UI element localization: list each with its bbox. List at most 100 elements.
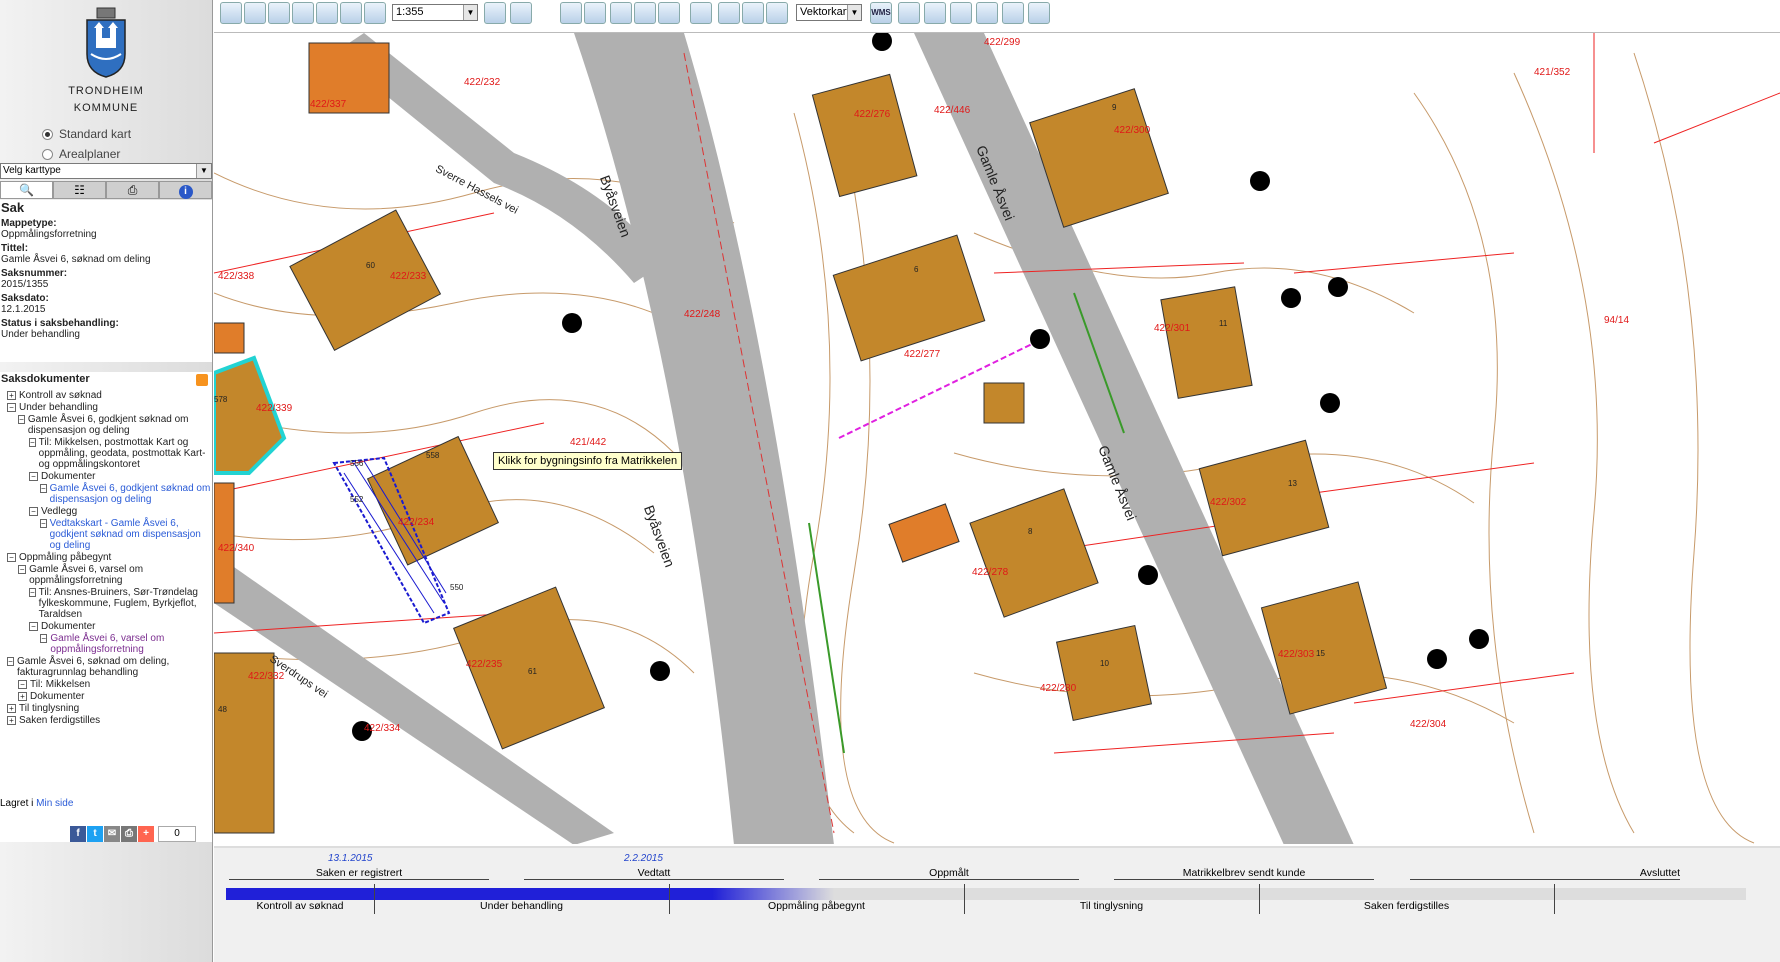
mappetype-label: Mappetype: — [1, 218, 57, 229]
measure-icon[interactable] — [510, 2, 532, 24]
twitter-icon[interactable]: t — [87, 826, 103, 842]
tree-item[interactable]: + Kontroll av søknad — [1, 390, 212, 402]
parcel-label: 94/14 — [1604, 315, 1630, 326]
layer-select[interactable]: Vektorkart ▼ — [796, 4, 862, 21]
tree-item[interactable]: − Til: Mikkelsen, postmottak Kart og oppm… — [1, 437, 212, 471]
tree-item[interactable]: − Dokumenter — [1, 471, 212, 483]
parcel-label: 422/304 — [1410, 719, 1447, 730]
expand-icon[interactable]: + — [7, 716, 16, 725]
collapse-icon[interactable]: − — [7, 553, 16, 562]
xy-icon[interactable] — [634, 2, 656, 24]
radio-standard-kart[interactable]: Standard kart — [0, 124, 131, 144]
collapse-icon[interactable]: − — [29, 507, 38, 516]
coordinate-icon[interactable] — [364, 2, 386, 24]
expand-icon[interactable]: + — [7, 704, 16, 713]
karttype-select[interactable]: Velg karttype ▼ — [0, 163, 212, 179]
tree-item[interactable]: − Til: Ansnes-Bruiners, Sør-Trøndelag fyl… — [1, 587, 212, 621]
scale-value: 1:355 — [396, 6, 424, 18]
collapse-icon[interactable]: − — [7, 403, 16, 412]
mail-icon[interactable] — [1002, 2, 1024, 24]
tab-legend[interactable]: ☷ — [53, 181, 106, 199]
zoom-box-icon[interactable] — [292, 2, 314, 24]
tree-item-label[interactable]: Gamle Åsvei 6, varsel om oppmålingsforre… — [50, 633, 212, 655]
tree-item[interactable]: − Gamle Åsvei 6, varsel om oppmålingsforr… — [1, 564, 212, 587]
layers-toggle-icon[interactable] — [766, 2, 788, 24]
radio-standard-label: Standard kart — [59, 127, 132, 141]
collapse-icon[interactable]: − — [7, 657, 14, 666]
zoom-out-icon[interactable] — [268, 2, 290, 24]
scale-select[interactable]: 1:355 ▼ — [392, 4, 478, 21]
tree-item[interactable]: − Oppmåling påbegynt — [1, 552, 212, 564]
globe-icon[interactable] — [976, 2, 998, 24]
tree-item[interactable]: − Gamle Åsvei 6, godkjent søknad om dispe… — [1, 414, 212, 437]
profile-icon[interactable] — [950, 2, 972, 24]
collapse-icon[interactable]: − — [18, 680, 27, 689]
collapse-icon[interactable]: − — [29, 472, 38, 481]
draw-icon[interactable] — [658, 2, 680, 24]
tree-item[interactable]: − Gamle Åsvei 6, søknad om deling, faktur… — [1, 656, 212, 679]
tree-item-label[interactable]: Gamle Åsvei 6, godkjent søknad om dispen… — [50, 483, 212, 505]
lock-icon[interactable] — [690, 2, 712, 24]
collapse-icon[interactable]: − — [29, 438, 36, 447]
radio-button-icon[interactable] — [42, 148, 53, 160]
tree-item[interactable]: − Gamle Åsvei 6, varsel om oppmålingsforr… — [1, 633, 212, 656]
export-icon[interactable] — [584, 2, 606, 24]
refresh-icon[interactable] — [484, 2, 506, 24]
print-map-icon[interactable] — [560, 2, 582, 24]
collapse-icon[interactable]: − — [29, 622, 38, 631]
web-icon[interactable] — [1028, 2, 1050, 24]
tree-item[interactable]: + Til tinglysning — [1, 703, 212, 715]
timeline-progress-fill — [226, 888, 834, 900]
tree-item[interactable]: + Dokumenter — [1, 691, 212, 703]
map-svg[interactable] — [214, 33, 1780, 844]
expand-icon[interactable]: + — [18, 692, 27, 701]
help-icon[interactable] — [718, 2, 740, 24]
building — [214, 322, 245, 354]
collapse-icon[interactable]: − — [18, 565, 27, 574]
tree-item[interactable]: − Gamle Åsvei 6, godkjent søknad om dispe… — [1, 483, 212, 506]
tab-search[interactable]: 🔍 — [0, 181, 53, 199]
tree-item-label[interactable]: Vedtakskart - Gamle Åsvei 6, godkjent sø… — [50, 518, 212, 551]
back-arrow-icon[interactable] — [340, 2, 362, 24]
collapse-icon[interactable]: − — [40, 484, 47, 493]
tree-item[interactable]: − Dokumenter — [1, 621, 212, 633]
wms-icon[interactable]: WMS — [870, 2, 892, 24]
tab-print[interactable]: ⎙ — [106, 181, 159, 199]
tree-item[interactable]: − Til: Mikkelsen — [1, 679, 212, 691]
min-side-link[interactable]: Min side — [36, 798, 73, 809]
chevron-down-icon[interactable]: ▼ — [196, 164, 211, 178]
parcel-label: 422/332 — [248, 671, 285, 682]
saksnummer-label: Saksnummer: — [1, 268, 68, 279]
tree-item-label: Dokumenter — [41, 471, 96, 482]
pan-icon[interactable] — [316, 2, 338, 24]
phase-ferdigstilles: Saken ferdigstilles — [1363, 900, 1450, 912]
tree-item[interactable]: − Vedtakskart - Gamle Åsvei 6, godkjent s… — [1, 518, 212, 552]
collapse-icon[interactable]: − — [18, 415, 25, 424]
add-share-icon[interactable]: + — [138, 826, 154, 842]
route-icon[interactable] — [898, 2, 920, 24]
print-share-icon[interactable]: ⎙ — [121, 826, 137, 842]
chevron-down-icon[interactable]: ▼ — [847, 5, 861, 20]
expand-icon[interactable]: + — [7, 391, 16, 400]
zoom-in-icon[interactable] — [244, 2, 266, 24]
map-canvas[interactable]: Byåsveien Byåsveien Gamle Åsvei Gamle Åsvei… — [214, 32, 1780, 844]
collapse-icon[interactable]: − — [40, 634, 48, 643]
full-extent-icon[interactable] — [220, 2, 242, 24]
radio-button-icon[interactable] — [42, 128, 53, 140]
rss-icon[interactable] — [196, 374, 208, 386]
email-icon[interactable]: ✉ — [104, 826, 120, 842]
collapse-icon[interactable]: − — [29, 588, 36, 597]
facebook-icon[interactable]: f — [70, 826, 86, 842]
tab-info[interactable]: i — [159, 181, 212, 199]
text-annotation-icon[interactable] — [610, 2, 632, 24]
axis-icon[interactable] — [742, 2, 764, 24]
collapse-icon[interactable]: − — [40, 519, 47, 528]
logo-text-line1: TRONDHEIM — [68, 85, 144, 97]
tree-item-label: Dokumenter — [41, 621, 96, 632]
radio-arealplaner[interactable]: Arealplaner — [0, 144, 120, 164]
tree-item[interactable]: + Saken ferdigstilles — [1, 715, 212, 727]
tree-item[interactable]: − Under behandling — [1, 402, 212, 414]
chevron-down-icon[interactable]: ▼ — [463, 5, 477, 20]
tree-item[interactable]: − Vedlegg — [1, 506, 212, 518]
tree-icon[interactable] — [924, 2, 946, 24]
